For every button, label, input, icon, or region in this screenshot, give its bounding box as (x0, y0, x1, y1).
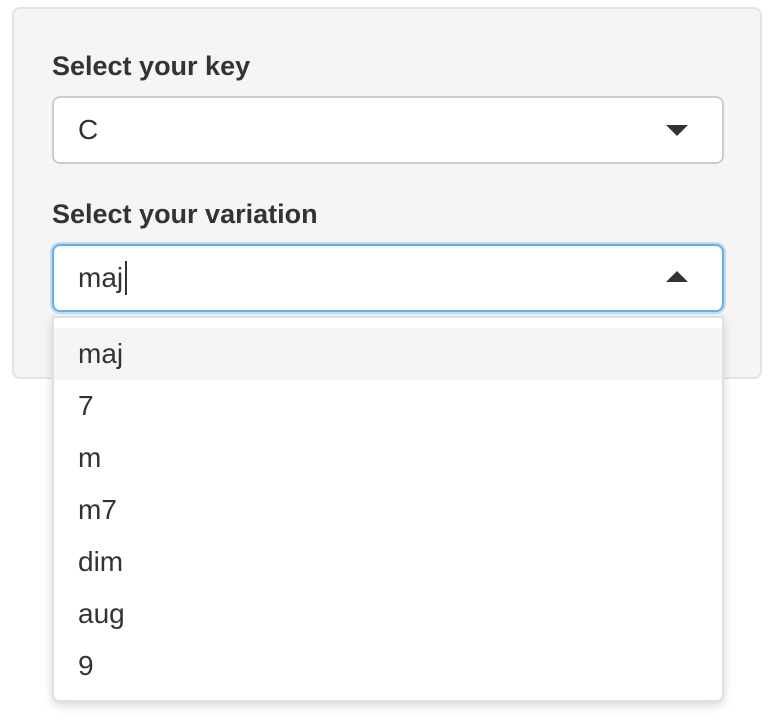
key-select-value: C (78, 114, 99, 145)
variation-select-value: maj (78, 246, 128, 310)
text-cursor (125, 260, 128, 295)
dropdown-option-m[interactable]: m (54, 432, 722, 484)
dropdown-option-dim[interactable]: dim (54, 536, 722, 588)
variation-search-text: maj (78, 262, 124, 293)
variation-label: Select your variation (52, 199, 318, 229)
key-select[interactable]: C (52, 96, 724, 164)
dropdown-option-m7[interactable]: m7 (54, 484, 722, 536)
variation-select[interactable]: maj (52, 244, 724, 312)
dropdown-option-7[interactable]: 7 (54, 380, 722, 432)
dropdown-option-9[interactable]: 9 (54, 640, 722, 692)
chevron-down-icon (666, 125, 688, 136)
dropdown-option-aug[interactable]: aug (54, 588, 722, 640)
dropdown-option-maj[interactable]: maj (54, 328, 722, 380)
key-label: Select your key (52, 51, 251, 81)
variation-dropdown-menu: maj 7 m m7 dim aug 9 (52, 316, 724, 702)
chevron-up-icon (666, 271, 688, 282)
